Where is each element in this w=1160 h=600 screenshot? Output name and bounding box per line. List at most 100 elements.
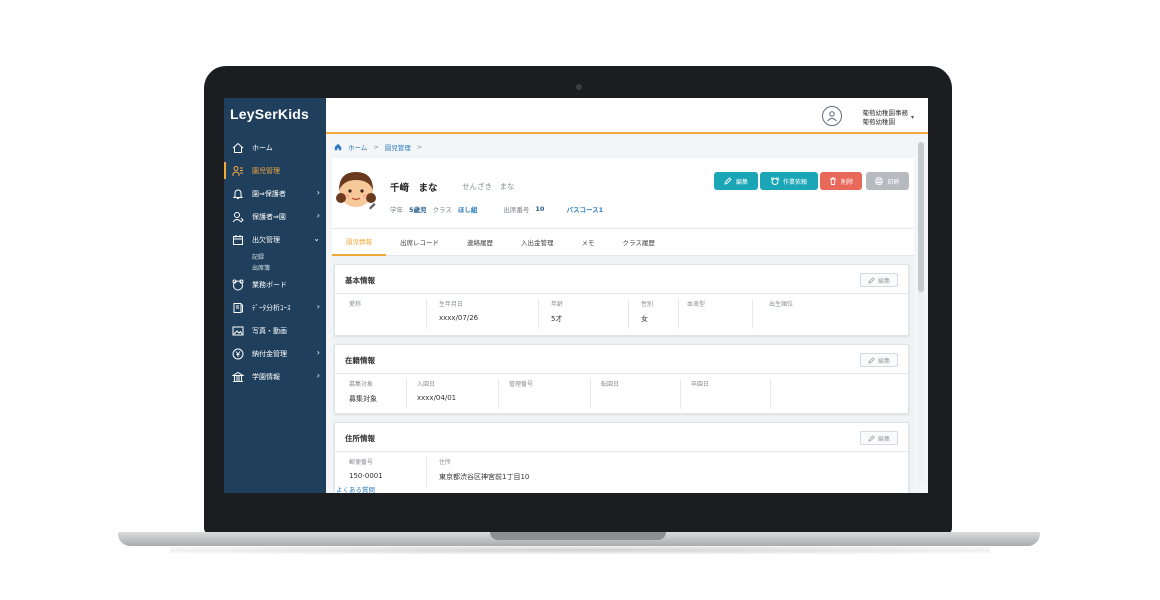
pencil-icon bbox=[868, 434, 875, 442]
field-gender: 性別 女 bbox=[641, 299, 679, 329]
field-label: 卒園日 bbox=[691, 381, 710, 388]
sidebar-item-from-parents[interactable]: 保護者⇒園 › bbox=[224, 205, 326, 228]
basic-info-section: 基本情報 編集 愛称 生年月日 xxxx/07/26 年齢 5才 性別 女 血液… bbox=[334, 264, 909, 336]
field-label: 生年月日 bbox=[439, 301, 464, 308]
sidebar-item-label: 納付金管理 bbox=[252, 349, 287, 358]
breadcrumb-separator: > bbox=[373, 143, 379, 151]
field-value: 5才 bbox=[551, 315, 563, 323]
sidebar-item-label: 園⇒保護者 bbox=[252, 189, 286, 198]
sidebar-item-board[interactable]: 業務ボード bbox=[224, 273, 326, 296]
sidebar-subitem-roll[interactable]: 出席簿 bbox=[224, 262, 326, 273]
children-icon bbox=[232, 165, 244, 177]
sidebar-item-attendance[interactable]: 出欠管理 ⌄ bbox=[224, 228, 326, 251]
field-label: 入園日 bbox=[417, 381, 436, 388]
bus-course-link[interactable]: バスコース1 bbox=[566, 204, 603, 214]
section-edit-button[interactable]: 編集 bbox=[860, 353, 898, 367]
grade-value: 5歳児 bbox=[409, 206, 427, 214]
laptop-notch bbox=[490, 532, 666, 540]
chevron-right-icon: › bbox=[316, 348, 320, 357]
sidebar-item-label: 写真・動画 bbox=[252, 326, 287, 335]
field-label: 血液型 bbox=[687, 301, 706, 308]
sidebar-item-label: 業務ボード bbox=[252, 280, 287, 289]
field-birth-order: 出生順位 bbox=[769, 299, 869, 329]
field-birthday: 生年月日 xxxx/07/26 bbox=[439, 299, 539, 329]
field-label: 住所 bbox=[439, 459, 452, 466]
sidebar-item-home[interactable]: ホーム bbox=[224, 136, 326, 159]
grade-label: 学年 bbox=[390, 206, 403, 214]
field-entry-date: 入園日 xxxx/04/01 bbox=[417, 379, 499, 409]
user-avatar-icon[interactable] bbox=[822, 106, 842, 126]
scrollbar-thumb[interactable] bbox=[918, 142, 924, 292]
bell-icon bbox=[232, 188, 244, 200]
tab-attendance-record[interactable]: 出席レコード bbox=[386, 229, 453, 256]
tab-memo[interactable]: メモ bbox=[568, 229, 609, 256]
edit-button[interactable]: 編集 bbox=[714, 172, 758, 190]
top-header: 葡萄幼稚園事務 葡萄幼稚園 ▾ bbox=[326, 98, 928, 134]
section-edit-button[interactable]: 編集 bbox=[860, 273, 898, 287]
pencil-icon bbox=[868, 356, 875, 364]
divider bbox=[335, 293, 908, 294]
sidebar-item-label: 園児管理 bbox=[252, 166, 280, 175]
camera-dot bbox=[576, 84, 582, 90]
sidebar-item-children[interactable]: 園児管理 bbox=[224, 159, 326, 182]
tab-contact-history[interactable]: 連絡履歴 bbox=[453, 229, 507, 256]
home-icon[interactable] bbox=[334, 143, 342, 151]
print-button-label: 印刷 bbox=[887, 178, 900, 186]
field-label: 性別 bbox=[641, 301, 654, 308]
delete-button-label: 削除 bbox=[840, 178, 853, 186]
sidebar-subitem-records[interactable]: 記録 bbox=[224, 251, 326, 262]
edit-button-label: 編集 bbox=[735, 178, 748, 186]
class-link[interactable]: ほし組 bbox=[458, 204, 478, 214]
tab-student-info[interactable]: 園児情報 bbox=[332, 229, 386, 256]
tab-class-history[interactable]: クラス履歴 bbox=[609, 229, 669, 256]
divider bbox=[335, 451, 908, 452]
chevron-down-icon: ⌄ bbox=[313, 234, 320, 243]
breadcrumb-home[interactable]: ホーム bbox=[348, 142, 367, 152]
breadcrumb-current[interactable]: 園児管理 bbox=[385, 142, 411, 152]
work-request-button[interactable]: 作業依頼 bbox=[760, 172, 818, 190]
calendar-icon bbox=[232, 234, 244, 246]
chevron-right-icon: › bbox=[316, 371, 320, 380]
field-value: xxxx/07/26 bbox=[439, 314, 479, 322]
yen-icon bbox=[232, 348, 244, 360]
caret-down-icon[interactable]: ▾ bbox=[911, 114, 914, 121]
field-label: 愛称 bbox=[349, 301, 362, 308]
chevron-right-icon: › bbox=[316, 302, 320, 311]
student-avatar[interactable] bbox=[336, 168, 376, 212]
field-label: 転園日 bbox=[601, 381, 620, 388]
book-icon bbox=[232, 302, 244, 314]
pencil-icon bbox=[868, 276, 875, 284]
delete-button[interactable]: 削除 bbox=[820, 172, 862, 190]
student-meta: 学年 5歳児 クラス ほし組 出席番号 10 バスコース1 bbox=[390, 204, 603, 214]
sidebar-item-fees[interactable]: 納付金管理 › bbox=[224, 342, 326, 365]
scrollbar[interactable] bbox=[918, 142, 924, 482]
board-icon bbox=[232, 279, 244, 291]
field-label: 年齢 bbox=[551, 301, 564, 308]
printer-icon bbox=[875, 177, 884, 185]
print-button[interactable]: 印刷 bbox=[866, 172, 909, 190]
photo-icon bbox=[232, 325, 244, 337]
work-request-label: 作業依頼 bbox=[782, 178, 807, 186]
user-school-name: 葡萄幼稚園 bbox=[862, 118, 896, 126]
faq-link[interactable]: よくある質問 bbox=[336, 484, 375, 493]
sidebar: LeySerKids ホーム 園児管理 園⇒保護者 › 保護者⇒園 › 出欠管理… bbox=[224, 98, 326, 493]
home-icon bbox=[232, 142, 244, 154]
tab-content: 基本情報 編集 愛称 生年月日 xxxx/07/26 年齢 5才 性別 女 血液… bbox=[332, 256, 914, 493]
sidebar-item-school-info[interactable]: 学園情報 › bbox=[224, 365, 326, 388]
breadcrumb-separator: > bbox=[416, 143, 423, 151]
section-edit-label: 編集 bbox=[877, 435, 890, 443]
sidebar-item-label: ホーム bbox=[252, 143, 273, 152]
sidebar-item-data-course[interactable]: ﾃﾞｰﾀ分析ｺｰｽ › bbox=[224, 296, 326, 319]
tab-payments[interactable]: 入出金管理 bbox=[507, 229, 568, 256]
student-kana: せんざき まな bbox=[462, 182, 515, 191]
user-menu[interactable]: 葡萄幼稚園事務 葡萄幼稚園 bbox=[863, 109, 909, 127]
sidebar-item-to-parents[interactable]: 園⇒保護者 › bbox=[224, 182, 326, 205]
section-edit-button[interactable]: 編集 bbox=[860, 431, 898, 445]
field-blood-type: 血液型 bbox=[687, 299, 753, 329]
field-value: 女 bbox=[641, 315, 648, 323]
student-tabs: 園児情報 出席レコード 連絡履歴 入出金管理 メモ クラス履歴 bbox=[332, 228, 914, 256]
sidebar-item-photos[interactable]: 写真・動画 bbox=[224, 319, 326, 342]
field-graduation-date: 卒園日 bbox=[691, 379, 771, 409]
parent-icon bbox=[232, 211, 244, 223]
app-logo[interactable]: LeySerKids bbox=[230, 106, 309, 122]
